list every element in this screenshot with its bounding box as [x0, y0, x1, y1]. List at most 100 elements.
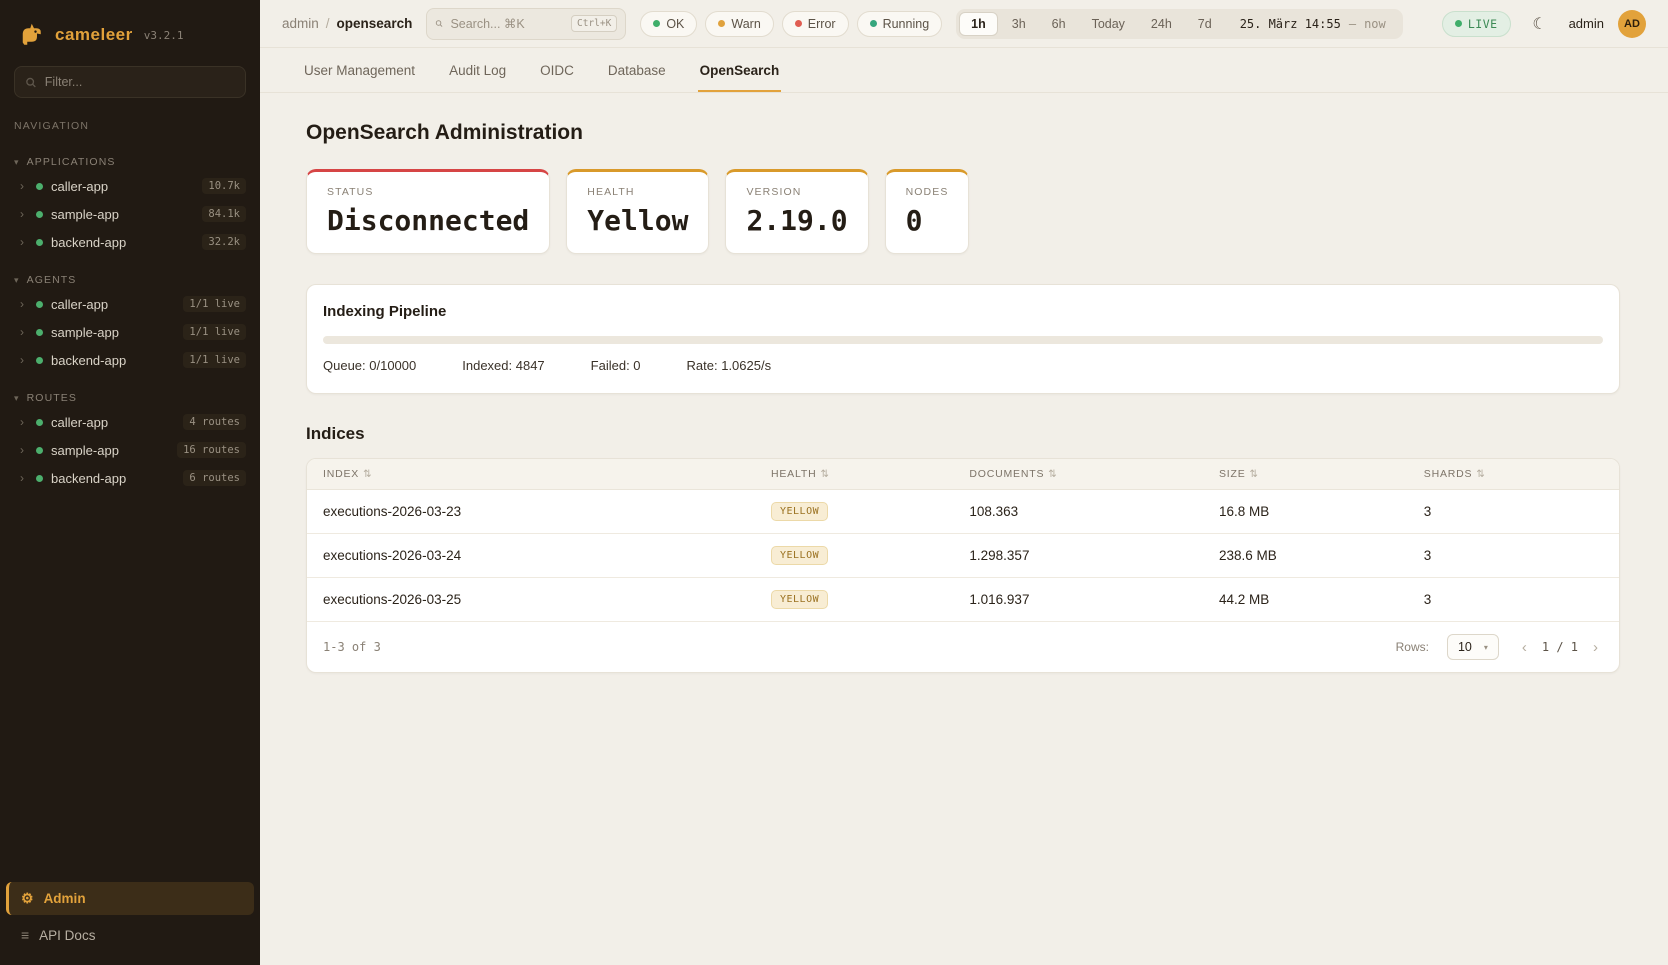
filter-pill-running[interactable]: Running [857, 11, 943, 37]
sidebar-item-routes-backend-app[interactable]: › backend-app 6 routes [0, 464, 260, 492]
filter-pill-warn[interactable]: Warn [705, 11, 773, 37]
indices-table: INDEX ⇅ HEALTH ⇅ DOCUMENTS ⇅ SIZE ⇅ [306, 458, 1620, 673]
stat-card-status: STATUS Disconnected [306, 169, 550, 254]
topbar: admin / opensearch Ctrl+K OK Warn Error [260, 0, 1668, 48]
item-badge: 4 routes [183, 414, 246, 430]
sidebar-section-routes: ▾ ROUTES › caller-app 4 routes › sample-… [0, 388, 260, 492]
cell-documents: 1.016.937 [969, 592, 1219, 607]
sidebar-footer: ⚙ Admin ≡ API Docs [0, 882, 260, 951]
stat-card-health: HEALTH Yellow [566, 169, 709, 254]
status-filter-pills: OK Warn Error Running [640, 11, 942, 37]
sidebar-filter[interactable] [14, 66, 246, 98]
sidebar-item-routes-sample-app[interactable]: › sample-app 16 routes [0, 436, 260, 464]
live-dot [1455, 20, 1462, 27]
table-row[interactable]: executions-2026-03-23 YELLOW 108.363 16.… [307, 490, 1619, 534]
cell-shards: 3 [1424, 504, 1603, 519]
status-dot [36, 329, 43, 336]
app-name: cameleer [55, 25, 133, 45]
health-badge: YELLOW [771, 546, 828, 565]
stat-label: HEALTH [587, 186, 688, 198]
item-badge: 1/1 live [183, 324, 246, 340]
time-range-display[interactable]: 25. März 14:55 — now [1226, 17, 1400, 31]
range-button-7d[interactable]: 7d [1186, 12, 1224, 36]
pipeline-failed: Failed: 0 [591, 358, 641, 373]
item-label: caller-app [51, 415, 175, 430]
admin-tabs: User Management Audit Log OIDC Database … [260, 48, 1668, 93]
app-logo[interactable]: cameleer v3.2.1 [0, 14, 260, 64]
main-area: admin / opensearch Ctrl+K OK Warn Error [260, 0, 1668, 965]
section-header-agents[interactable]: ▾ AGENTS [0, 270, 260, 290]
cell-index: executions-2026-03-24 [323, 548, 771, 563]
cell-documents: 1.298.357 [969, 548, 1219, 563]
breadcrumb-separator: / [326, 16, 330, 31]
range-button-3h[interactable]: 3h [1000, 12, 1038, 36]
nav-section-label: NAVIGATION [0, 98, 260, 138]
pipeline-progress-bar [323, 336, 1603, 344]
page-indicator: 1 / 1 [1542, 640, 1578, 654]
item-label: sample-app [51, 325, 175, 340]
sort-icon: ⇅ [820, 469, 829, 480]
stat-cards: STATUS Disconnected HEALTH Yellow VERSIO… [306, 169, 1620, 254]
section-header-routes[interactable]: ▾ ROUTES [0, 388, 260, 408]
sidebar-filter-input[interactable] [45, 75, 235, 89]
previous-page-button[interactable]: ‹ [1517, 637, 1532, 658]
sidebar-item-routes-caller-app[interactable]: › caller-app 4 routes [0, 408, 260, 436]
tab-opensearch[interactable]: OpenSearch [698, 48, 782, 92]
global-search[interactable]: Ctrl+K [426, 8, 626, 40]
item-label: caller-app [51, 179, 194, 194]
keyboard-shortcut-hint: Ctrl+K [571, 15, 617, 32]
column-header-index[interactable]: INDEX ⇅ [323, 468, 771, 480]
breadcrumb-root[interactable]: admin [282, 16, 319, 31]
filter-pill-error[interactable]: Error [782, 11, 849, 37]
next-page-button[interactable]: › [1588, 637, 1603, 658]
dark-mode-toggle[interactable]: ☾ [1525, 9, 1555, 39]
breadcrumb: admin / opensearch [282, 16, 412, 31]
range-button-6h[interactable]: 6h [1040, 12, 1078, 36]
sidebar-item-agent-sample-app[interactable]: › sample-app 1/1 live [0, 318, 260, 346]
status-dot [36, 301, 43, 308]
pipeline-rate: Rate: 1.0625/s [687, 358, 772, 373]
column-header-shards[interactable]: SHARDS ⇅ [1424, 468, 1603, 480]
tab-database[interactable]: Database [606, 48, 668, 92]
rows-per-page-select[interactable]: 10 ▾ [1447, 634, 1499, 660]
sidebar-item-caller-app[interactable]: › caller-app 10.7k [0, 172, 260, 200]
tab-user-management[interactable]: User Management [302, 48, 417, 92]
live-status-badge[interactable]: LIVE [1442, 11, 1511, 37]
sidebar-item-sample-app[interactable]: › sample-app 84.1k [0, 200, 260, 228]
column-header-size[interactable]: SIZE ⇅ [1219, 468, 1424, 480]
cameleer-logo-icon [16, 20, 46, 50]
rows-per-page-value: 10 [1458, 640, 1472, 654]
chevron-right-icon: › [20, 443, 28, 457]
column-header-health[interactable]: HEALTH ⇅ [771, 468, 969, 480]
cell-shards: 3 [1424, 548, 1603, 563]
sort-icon: ⇅ [363, 469, 372, 480]
sidebar-item-backend-app[interactable]: › backend-app 32.2k [0, 228, 260, 256]
table-row[interactable]: executions-2026-03-25 YELLOW 1.016.937 4… [307, 578, 1619, 622]
status-dot [36, 239, 43, 246]
user-avatar[interactable]: AD [1618, 10, 1646, 38]
sidebar-item-api-docs[interactable]: ≡ API Docs [6, 919, 254, 951]
range-button-today[interactable]: Today [1080, 12, 1137, 36]
range-button-24h[interactable]: 24h [1139, 12, 1184, 36]
filter-pill-ok[interactable]: OK [640, 11, 697, 37]
sidebar-section-applications: ▾ APPLICATIONS › caller-app 10.7k › samp… [0, 152, 260, 256]
sidebar-item-agent-caller-app[interactable]: › caller-app 1/1 live [0, 290, 260, 318]
tab-oidc[interactable]: OIDC [538, 48, 576, 92]
stat-label: STATUS [327, 186, 529, 198]
time-range-selector: 1h 3h 6h Today 24h 7d 25. März 14:55 — n… [956, 9, 1403, 39]
stat-value: Yellow [587, 204, 688, 237]
stat-label: NODES [906, 186, 949, 198]
moon-icon: ☾ [1532, 16, 1546, 33]
health-badge: YELLOW [771, 590, 828, 609]
column-header-documents[interactable]: DOCUMENTS ⇅ [969, 468, 1219, 480]
tab-audit-log[interactable]: Audit Log [447, 48, 508, 92]
sidebar-item-agent-backend-app[interactable]: › backend-app 1/1 live [0, 346, 260, 374]
current-user: admin [1569, 16, 1604, 31]
table-row[interactable]: executions-2026-03-24 YELLOW 1.298.357 2… [307, 534, 1619, 578]
global-search-input[interactable] [450, 17, 564, 31]
range-button-1h[interactable]: 1h [959, 12, 998, 36]
sidebar-item-admin[interactable]: ⚙ Admin [6, 882, 254, 915]
stat-value: 0 [906, 204, 949, 237]
chevron-right-icon: › [20, 415, 28, 429]
section-header-applications[interactable]: ▾ APPLICATIONS [0, 152, 260, 172]
